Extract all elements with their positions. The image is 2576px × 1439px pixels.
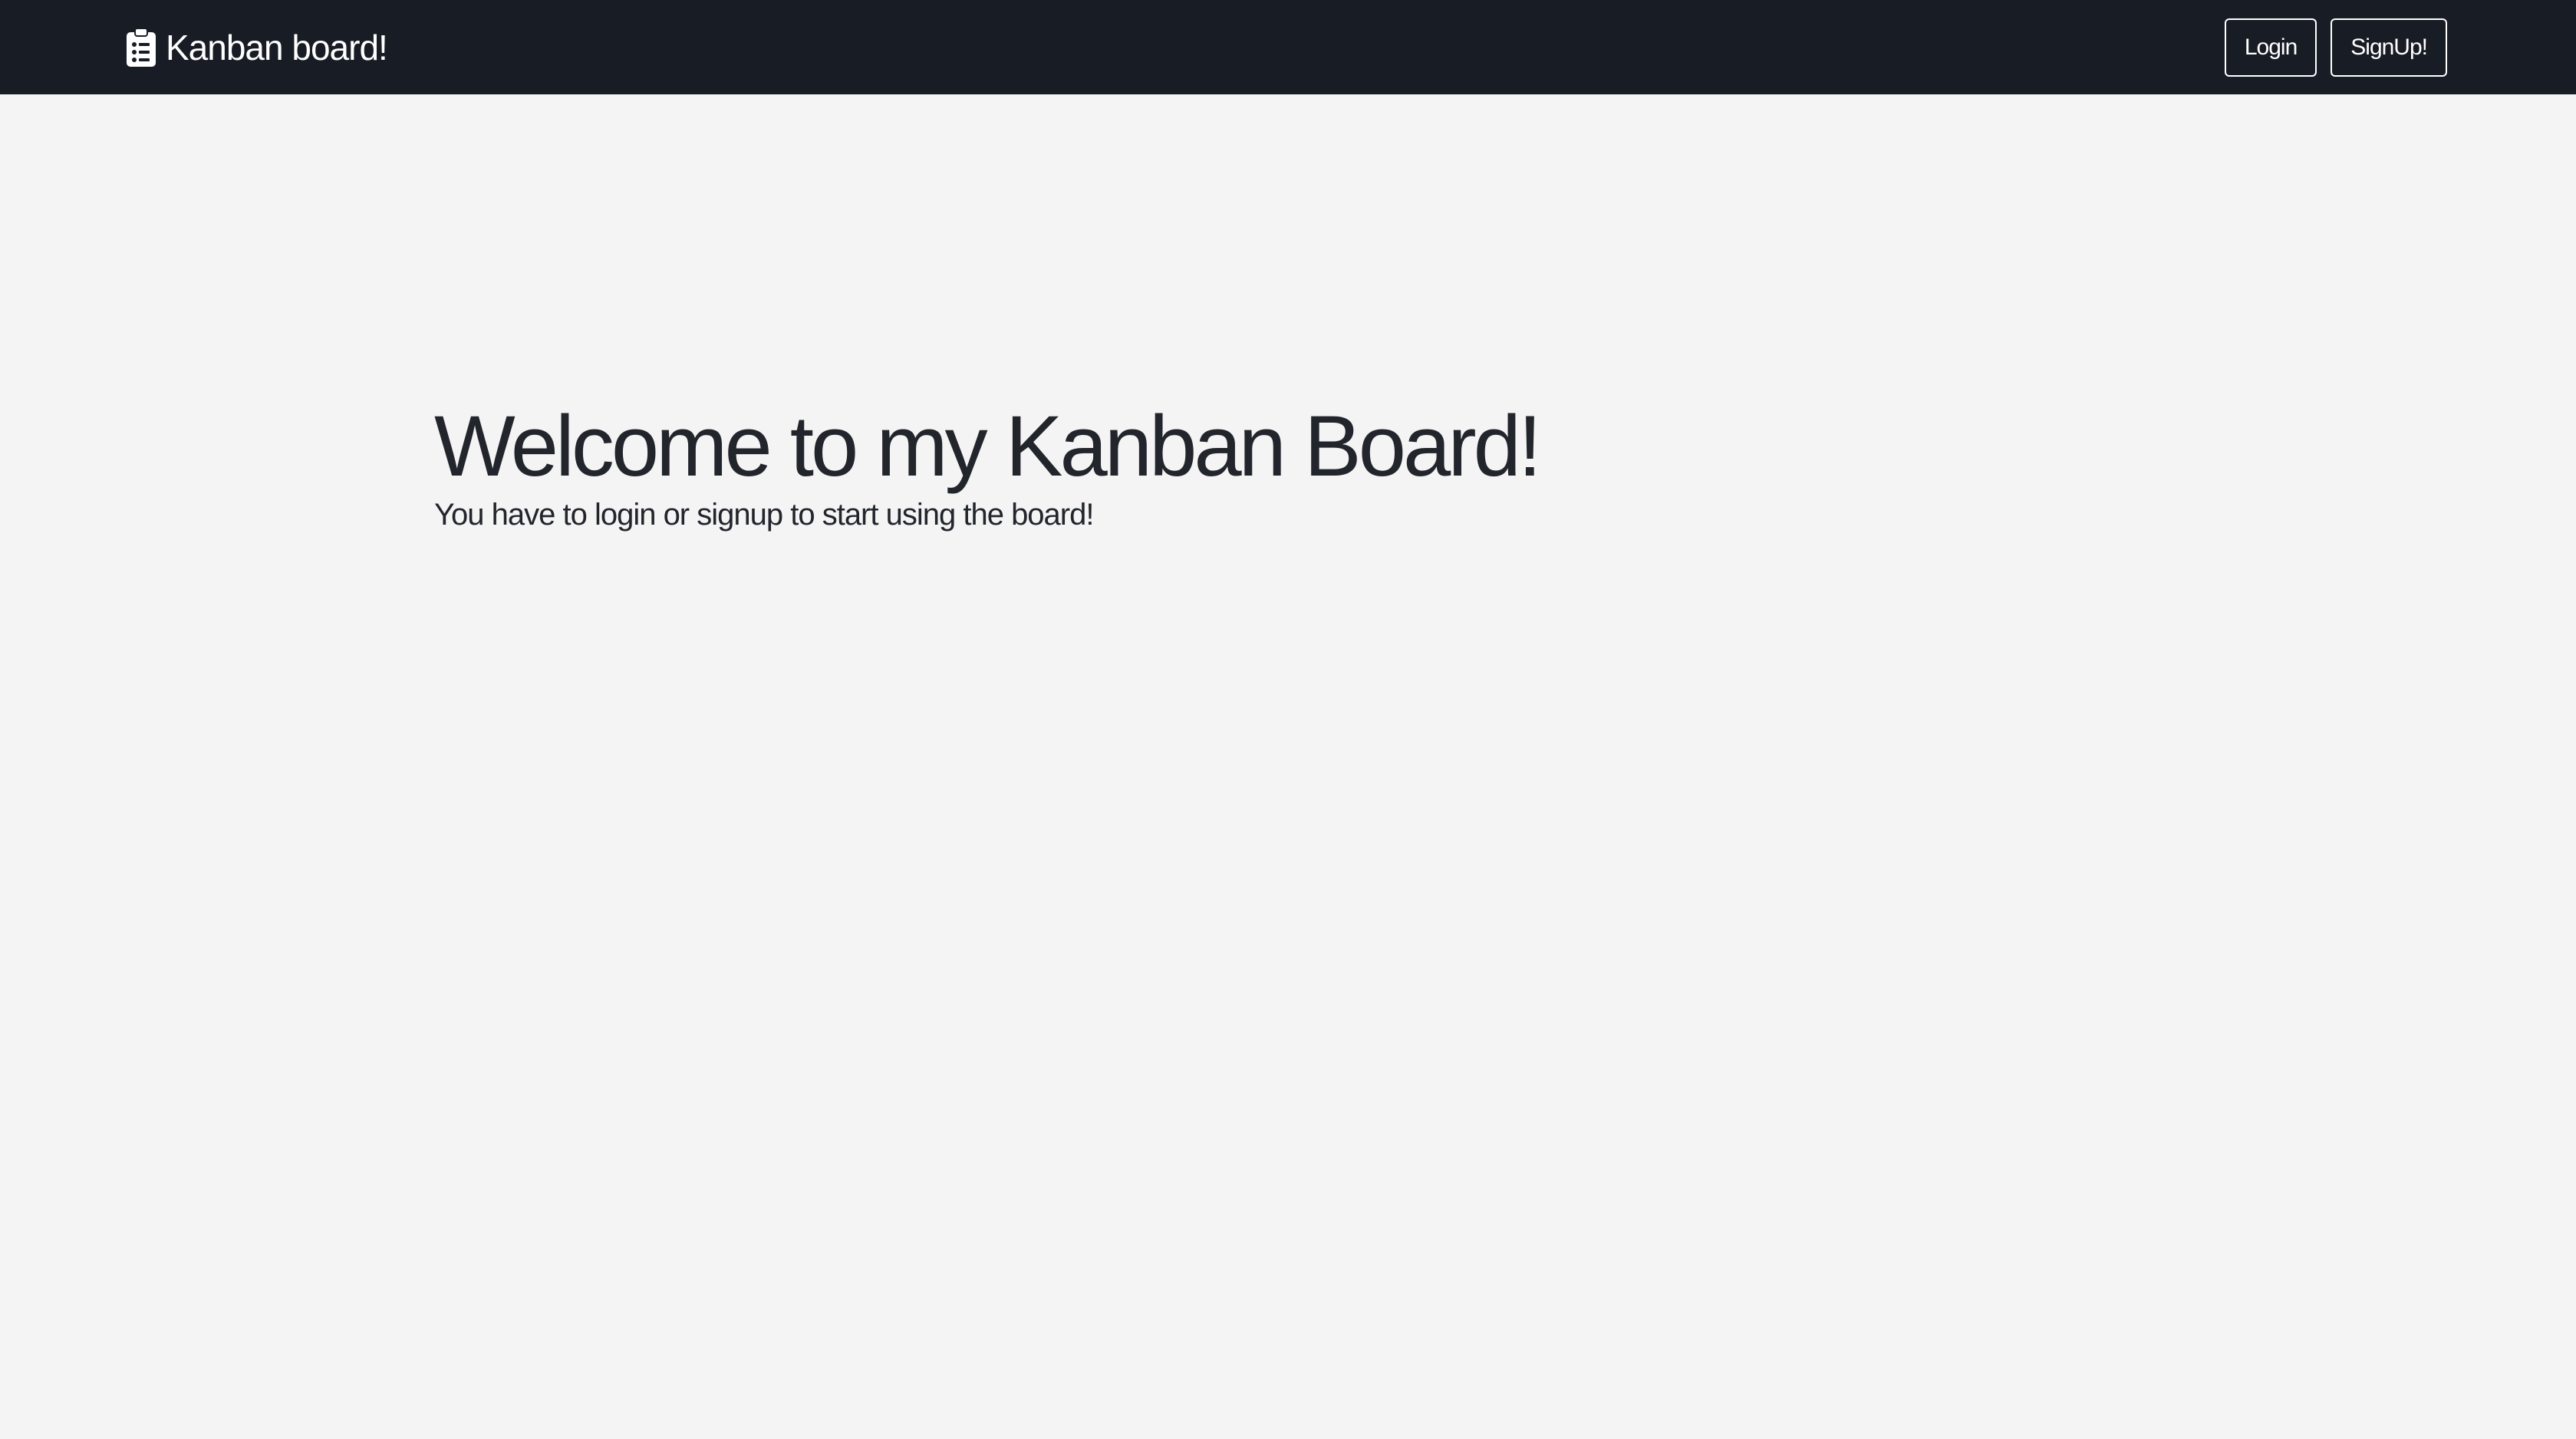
welcome-hero: Welcome to my Kanban Board! You have to …: [434, 398, 1542, 532]
welcome-subtitle: You have to login or signup to start usi…: [434, 498, 1094, 532]
clipboard-list-icon: [126, 27, 156, 68]
brand-label: Kanban board!: [166, 27, 388, 68]
login-button[interactable]: Login: [2224, 18, 2317, 77]
top-navbar: Kanban board! Login SignUp!: [0, 0, 2576, 94]
brand-link[interactable]: Kanban board!: [126, 0, 388, 94]
auth-actions: Login SignUp!: [2224, 18, 2447, 77]
signup-button[interactable]: SignUp!: [2331, 18, 2447, 77]
page-title: Welcome to my Kanban Board!: [434, 398, 1542, 494]
